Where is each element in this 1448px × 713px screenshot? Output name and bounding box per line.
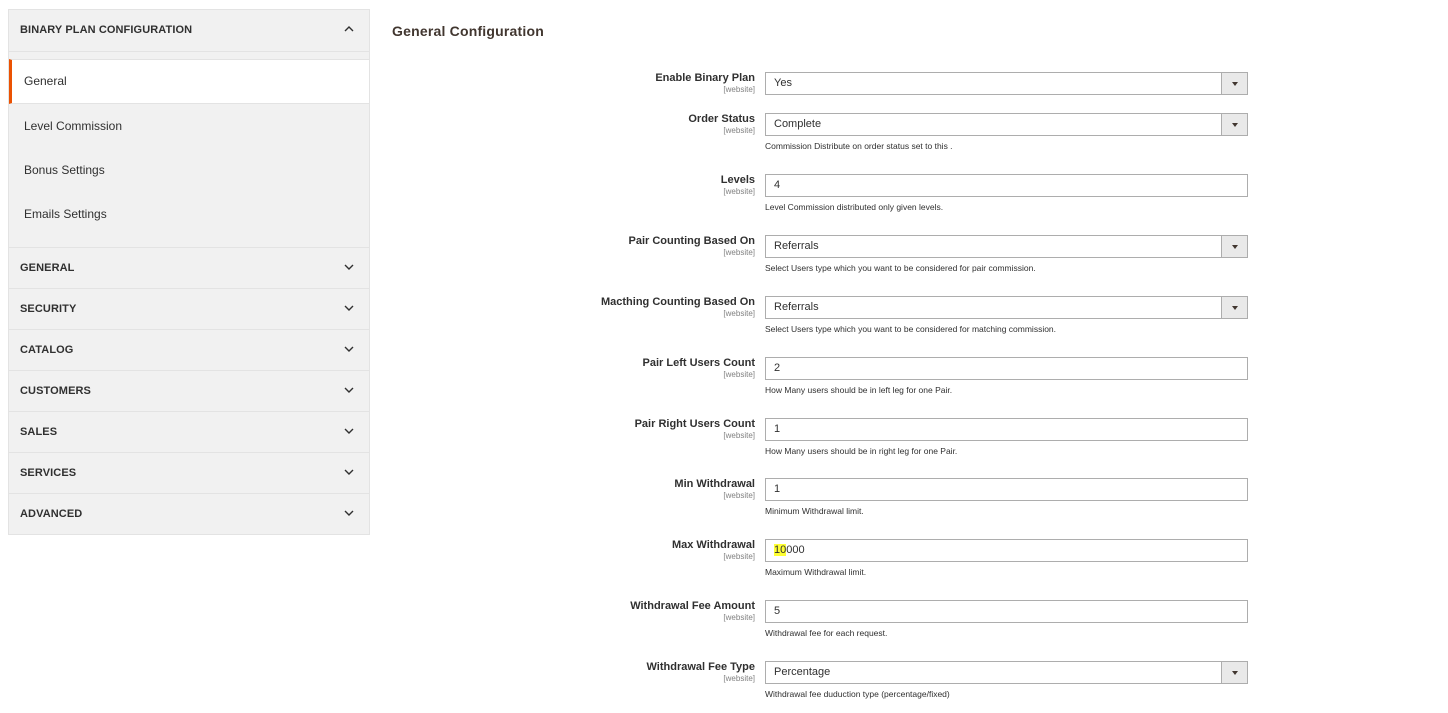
section-customers[interactable]: CUSTOMERS [9, 370, 369, 411]
field-label: Withdrawal Fee Amount [630, 600, 755, 612]
field-scope: [website] [723, 674, 755, 683]
text-highlight: 10 [774, 544, 787, 556]
config-sidebar: BINARY PLAN CONFIGURATION General Level … [8, 9, 370, 535]
withdrawal-fee-type-select[interactable]: Percentage [765, 661, 1248, 684]
max-withdrawal-input[interactable]: 10000 [765, 539, 1248, 562]
field-label: Pair Counting Based On [628, 235, 755, 247]
field-note: Withdrawal fee for each request. [765, 628, 888, 638]
field-note: Select Users type which you want to be c… [765, 263, 1036, 273]
input-value: 4 [774, 179, 781, 191]
field-scope: [website] [723, 491, 755, 500]
field-note: How Many users should be in right leg fo… [765, 446, 958, 456]
field-label: Min Withdrawal [674, 478, 755, 490]
min-withdrawal-input[interactable]: 1 [765, 478, 1248, 501]
select-value: Yes [774, 77, 792, 89]
section-title: SALES [20, 426, 58, 438]
field-label: Max Withdrawal [671, 539, 755, 551]
field-scope: [website] [723, 126, 755, 135]
section-security[interactable]: SECURITY [9, 288, 369, 329]
section-advanced[interactable]: ADVANCED [9, 493, 369, 534]
chevron-down-icon [343, 343, 355, 355]
section-catalog[interactable]: CATALOG [9, 329, 369, 370]
field-note: Minimum Withdrawal limit. [765, 506, 864, 516]
pair-counting-select[interactable]: Referrals [765, 235, 1248, 258]
select-value: Complete [774, 118, 822, 130]
pair-left-users-count-input[interactable]: 2 [765, 357, 1248, 380]
section-title: BINARY PLAN CONFIGURATION [20, 24, 193, 36]
sidebar-item-level-commission[interactable]: Level Commission [9, 104, 369, 148]
input-value: 5 [774, 605, 781, 617]
input-value: 000 [786, 544, 805, 556]
field-label: Enable Binary Plan [655, 72, 755, 84]
section-title: GENERAL [20, 262, 75, 274]
select-value: Referrals [774, 301, 819, 313]
input-value: 1 [774, 483, 781, 495]
chevron-down-icon [343, 507, 355, 519]
levels-input[interactable]: 4 [765, 174, 1248, 197]
matching-counting-select[interactable]: Referrals [765, 296, 1248, 319]
field-scope: [website] [723, 431, 755, 440]
pair-right-users-count-input[interactable]: 1 [765, 418, 1248, 441]
input-value: 2 [774, 362, 781, 374]
section-title: SECURITY [20, 303, 77, 315]
section-title: CATALOG [20, 344, 74, 356]
section-title: CUSTOMERS [20, 385, 91, 397]
section-items: General Level Commission Bonus Settings … [9, 51, 369, 247]
field-label: Withdrawal Fee Type [646, 661, 756, 673]
section-general[interactable]: GENERAL [9, 247, 369, 288]
withdrawal-fee-amount-input[interactable]: 5 [765, 600, 1248, 623]
chevron-down-icon [343, 384, 355, 396]
caret-down-icon [1221, 297, 1247, 318]
chevron-down-icon [343, 466, 355, 478]
select-value: Percentage [774, 666, 831, 678]
field-scope: [website] [723, 248, 755, 257]
field-note: Maximum Withdrawal limit. [765, 567, 867, 577]
caret-down-icon [1221, 114, 1247, 135]
chevron-down-icon [343, 302, 355, 314]
caret-down-icon [1221, 73, 1247, 94]
input-value: 1 [774, 423, 781, 435]
field-note: Commission Distribute on order status se… [765, 141, 953, 151]
sidebar-item-emails-settings[interactable]: Emails Settings [9, 192, 369, 236]
field-note: Select Users type which you want to be c… [765, 324, 1057, 334]
field-scope: [website] [723, 187, 755, 196]
chevron-down-icon [343, 261, 355, 273]
sidebar-item-general[interactable]: General [9, 59, 369, 104]
section-sales[interactable]: SALES [9, 411, 369, 452]
section-title: SERVICES [20, 467, 77, 479]
section-title: ADVANCED [20, 508, 83, 520]
section-binary-plan-configuration[interactable]: BINARY PLAN CONFIGURATION [9, 10, 369, 51]
field-scope: [website] [723, 552, 755, 561]
field-label: Pair Right Users Count [634, 418, 755, 430]
sidebar-item-bonus-settings[interactable]: Bonus Settings [9, 148, 369, 192]
caret-down-icon [1221, 236, 1247, 257]
field-scope: [website] [723, 613, 755, 622]
field-label: Macthing Counting Based On [601, 296, 755, 308]
field-label: Levels [720, 174, 755, 186]
field-scope: [website] [723, 370, 755, 379]
chevron-up-icon [343, 23, 355, 35]
field-label: Order Status [688, 113, 755, 125]
field-note: How Many users should be in left leg for… [765, 385, 953, 395]
order-status-select[interactable]: Complete [765, 113, 1248, 136]
field-scope: [website] [723, 85, 755, 94]
field-note: Withdrawal fee duduction type (percentag… [765, 689, 950, 699]
caret-down-icon [1221, 662, 1247, 683]
section-services[interactable]: SERVICES [9, 452, 369, 493]
field-note: Level Commission distributed only given … [765, 202, 944, 212]
chevron-down-icon [343, 425, 355, 437]
field-scope: [website] [723, 309, 755, 318]
enable-binary-plan-select[interactable]: Yes [765, 72, 1248, 95]
page-title: General Configuration [392, 23, 544, 39]
field-label: Pair Left Users Count [642, 357, 755, 369]
select-value: Referrals [774, 240, 819, 252]
